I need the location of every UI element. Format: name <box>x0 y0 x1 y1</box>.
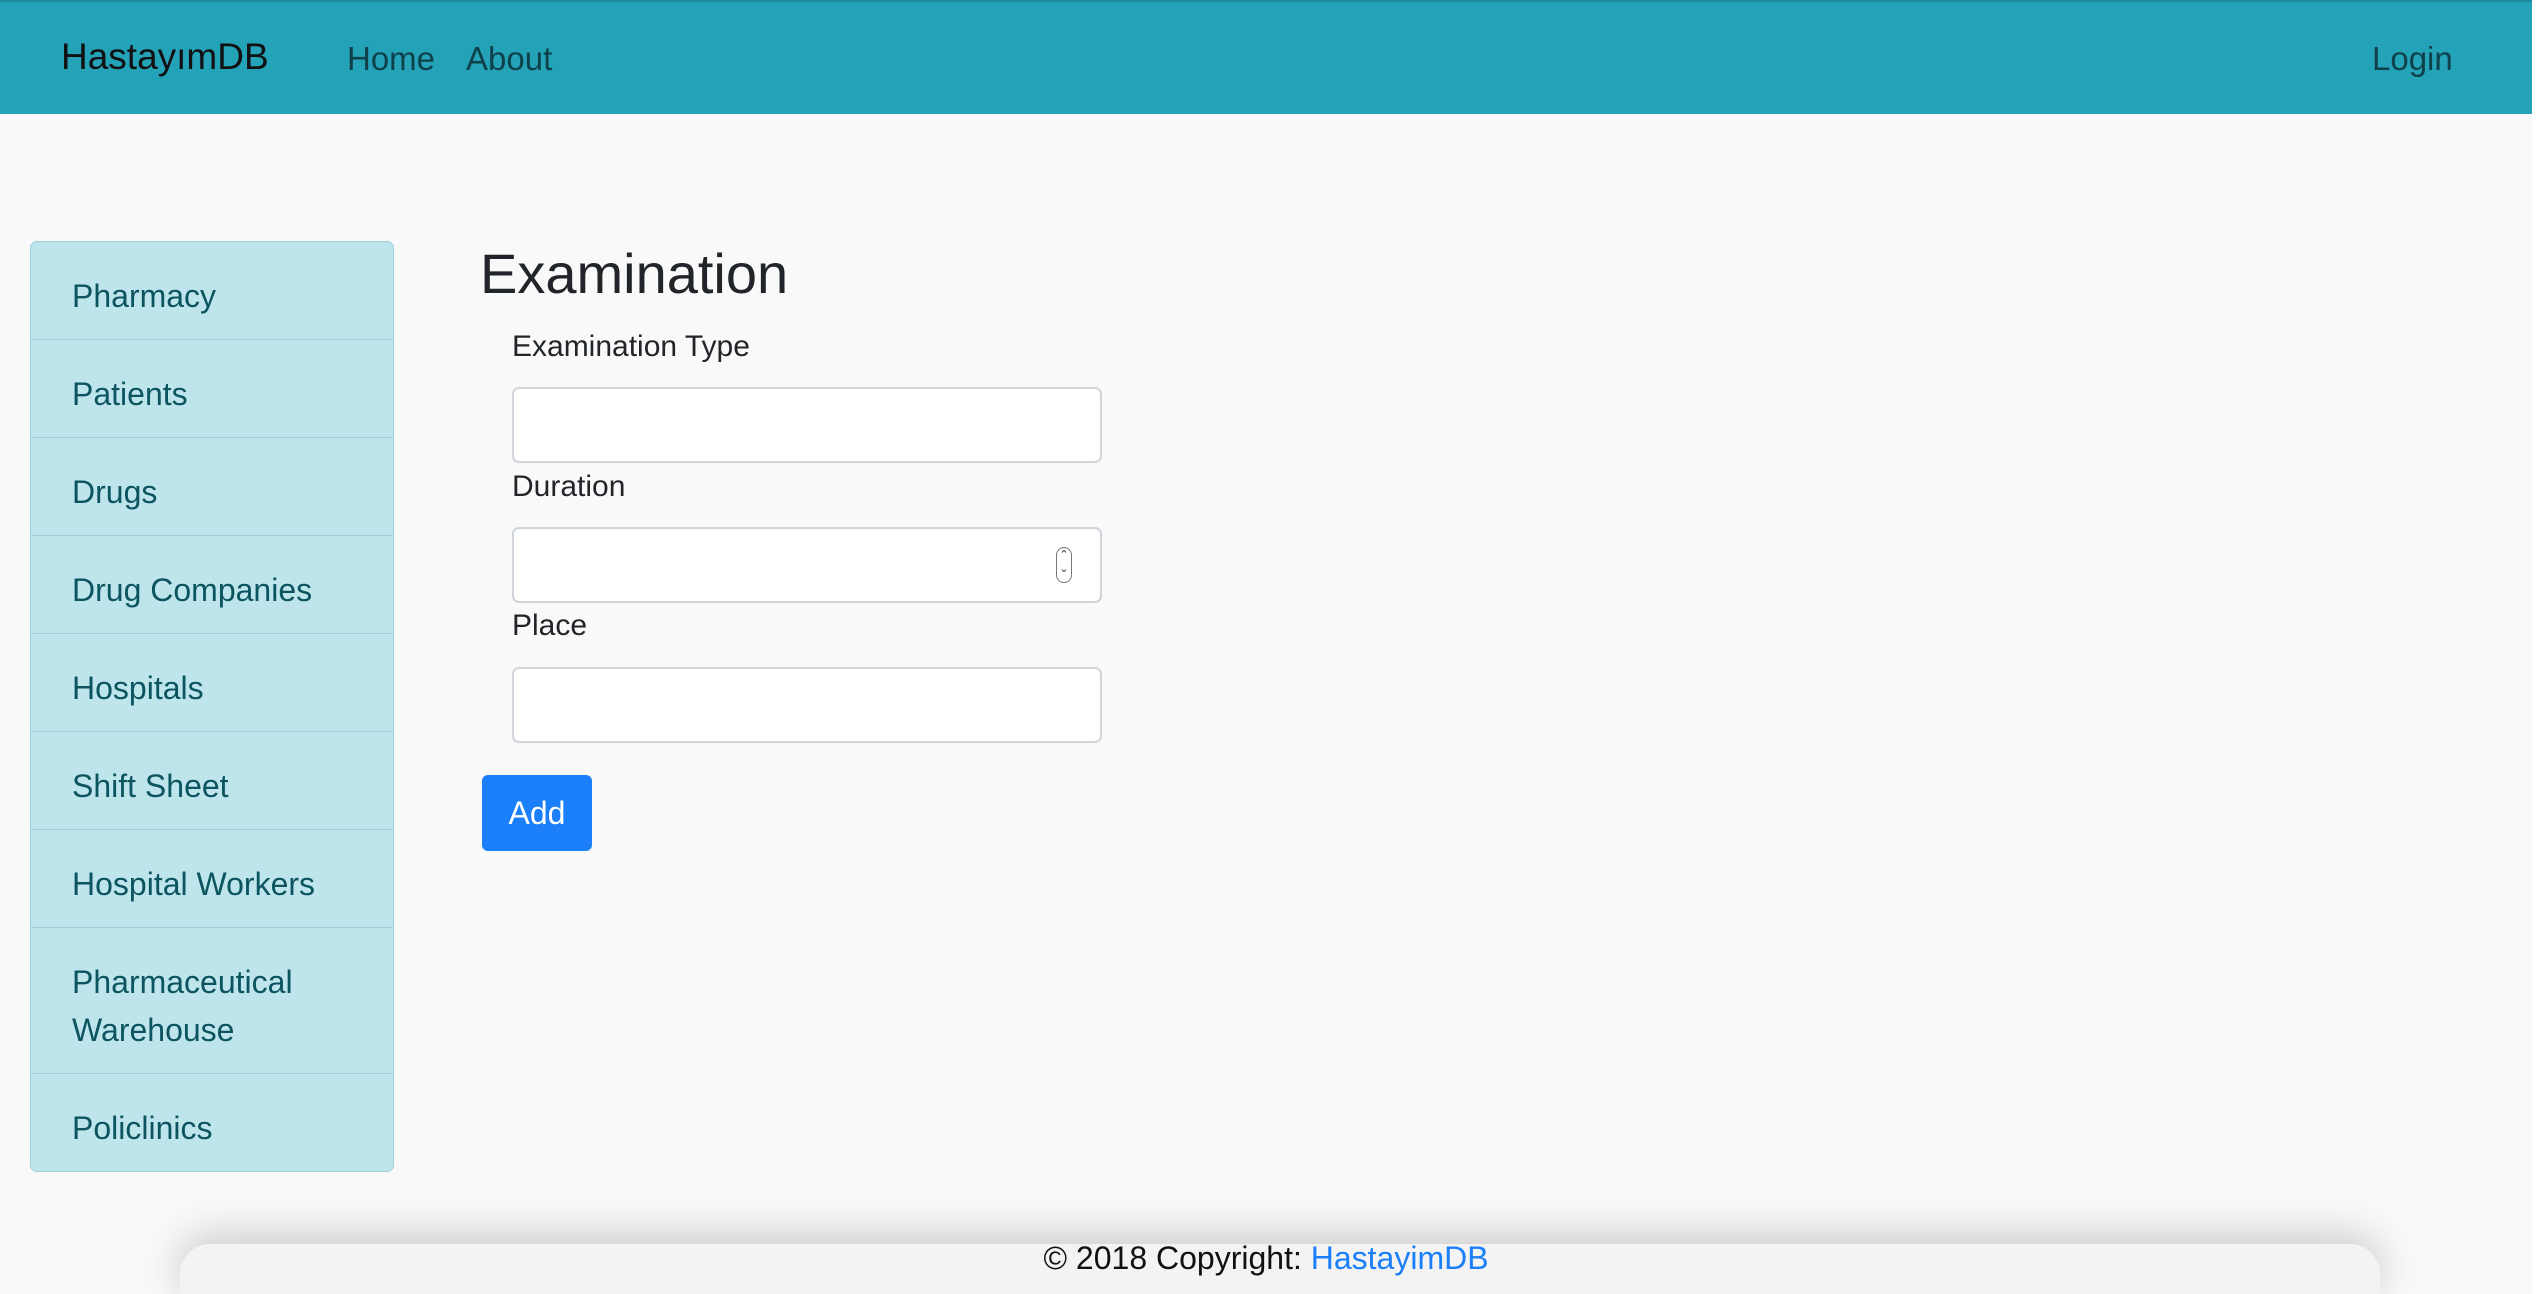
page: HastayımDB Home About Login Pharmacy Pat… <box>0 0 2532 1294</box>
sidebar-item-hospitals[interactable]: Hospitals <box>31 634 393 732</box>
place-input[interactable] <box>512 667 1102 743</box>
nav-login-link[interactable]: Login <box>2372 40 2453 78</box>
place-label: Place <box>512 609 588 642</box>
number-spinner-icon[interactable]: ⌃ ⌄ <box>1056 547 1072 583</box>
examination-type-label: Examination Type <box>512 330 750 363</box>
sidebar-item-pharmacy[interactable]: Pharmacy <box>31 242 393 340</box>
footer: © 2018 Copyright: HastayimDB <box>0 1240 2532 1277</box>
footer-copyright-text: © 2018 Copyright: <box>1043 1240 1311 1276</box>
duration-label: Duration <box>512 470 626 503</box>
navbar: HastayımDB Home About Login <box>0 0 2532 114</box>
sidebar-item-drugs[interactable]: Drugs <box>31 438 393 536</box>
sidebar-item-patients[interactable]: Patients <box>31 340 393 438</box>
sidebar-item-hospital-workers[interactable]: Hospital Workers <box>31 830 393 928</box>
window-edge <box>2532 0 2536 1294</box>
sidebar-item-drug-companies[interactable]: Drug Companies <box>31 536 393 634</box>
page-title: Examination <box>480 242 789 305</box>
sidebar-menu: Pharmacy Patients Drugs Drug Companies H… <box>30 241 394 1172</box>
duration-input[interactable]: ⌃ ⌄ <box>512 527 1102 603</box>
brand-logo[interactable]: HastayımDB <box>61 36 269 78</box>
nav-about-link[interactable]: About <box>466 40 552 78</box>
sidebar-item-policlinics[interactable]: Policlinics <box>31 1074 393 1171</box>
add-button[interactable]: Add <box>482 775 592 851</box>
sidebar-item-pharmaceutical-warehouse[interactable]: Pharmaceutical Warehouse <box>31 928 393 1074</box>
footer-link[interactable]: HastayimDB <box>1311 1240 1489 1276</box>
examination-type-input[interactable] <box>512 387 1102 463</box>
nav-home-link[interactable]: Home <box>347 40 435 78</box>
sidebar-item-shift-sheet[interactable]: Shift Sheet <box>31 732 393 830</box>
